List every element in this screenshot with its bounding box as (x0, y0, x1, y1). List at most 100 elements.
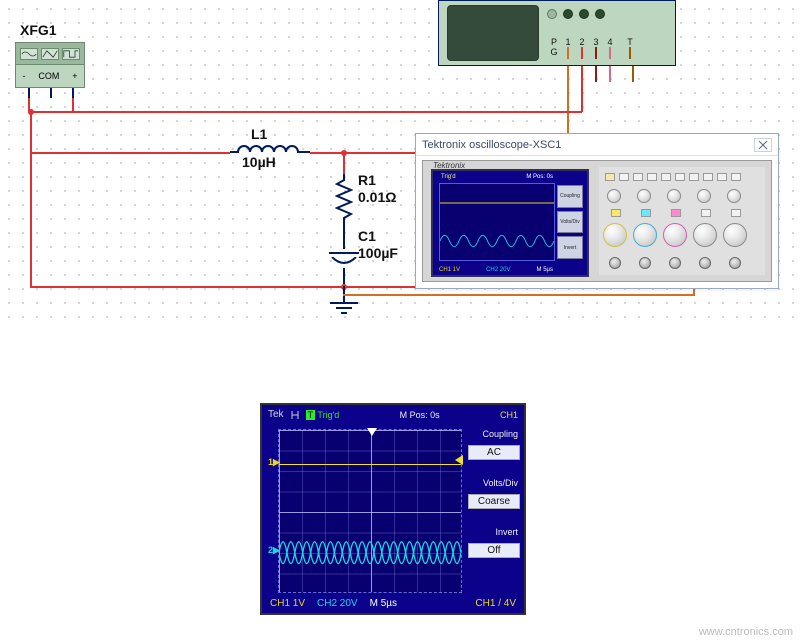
menu-button[interactable] (731, 173, 741, 181)
bnc-ch3[interactable] (669, 257, 681, 269)
xfg1-com-pin (50, 88, 52, 98)
triangle-wave-icon[interactable] (41, 48, 59, 60)
tek-label: Tek (268, 409, 284, 420)
pos-label: + (72, 71, 77, 81)
volts-knob[interactable] (663, 223, 687, 247)
snapshot-plot (278, 429, 462, 593)
knob[interactable] (607, 189, 621, 203)
r1-ref: R1 (358, 172, 376, 188)
knob[interactable] (667, 189, 681, 203)
oscilloscope-snapshot: Tek T Trig'd M Pos: 0s CH1 1▶ 2▶ Couplin… (260, 403, 526, 615)
xfg1-ref: XFG1 (20, 22, 57, 38)
oscilloscope-instrument[interactable]: P G 1 2 3 4 T (438, 0, 676, 66)
ch1-readout: CH1 1V (270, 598, 305, 609)
close-button[interactable] (754, 138, 772, 152)
c1-value: 100µF (358, 245, 398, 261)
status-text: Trig'd (441, 174, 456, 180)
wire (581, 66, 583, 112)
time-readout: M 5µs (537, 267, 553, 273)
menu-button[interactable] (689, 173, 699, 181)
oscilloscope-window[interactable]: Tektronix oscilloscope-XSC1 Tektronix Tr… (415, 133, 779, 289)
invert-label: Invert (468, 527, 520, 537)
oscilloscope-face: Tektronix Trig'd M Pos: 0s Coupling Volt… (422, 160, 772, 282)
wire (343, 229, 345, 249)
bnc-ch4[interactable] (699, 257, 711, 269)
invert-value[interactable]: Off (468, 543, 520, 558)
ch1-marker: 1▶ (268, 457, 280, 468)
menu-button[interactable] (661, 173, 671, 181)
trig-level-icon (453, 455, 463, 465)
bnc-ext[interactable] (729, 257, 741, 269)
ch2-trace (279, 430, 461, 592)
ch2-marker: 2▶ (268, 545, 280, 556)
menu-button[interactable] (703, 173, 713, 181)
ch4-label: 4 (603, 37, 617, 47)
wire (567, 66, 569, 133)
menu-button[interactable] (619, 173, 629, 181)
knob-icon (547, 9, 557, 19)
function-generator[interactable]: - COM + (15, 42, 85, 88)
wire (693, 289, 695, 296)
capacitor-c1 (329, 247, 359, 269)
scope-plot (439, 183, 555, 261)
wire (343, 294, 693, 296)
node (28, 109, 34, 115)
xfg1-pos-pin (72, 88, 74, 98)
volts-knob[interactable] (603, 223, 627, 247)
com-label: COM (38, 71, 59, 81)
knob[interactable] (727, 189, 741, 203)
coupling-value[interactable]: AC (468, 445, 520, 460)
time-knob[interactable] (693, 223, 717, 247)
ch-button[interactable] (701, 209, 711, 217)
softkey[interactable]: Invert (557, 236, 583, 259)
wire (30, 111, 32, 153)
ch3-label: 3 (589, 37, 603, 47)
menu-button[interactable] (717, 173, 727, 181)
menu-button[interactable] (675, 173, 685, 181)
volts-knob[interactable] (633, 223, 657, 247)
wire (632, 66, 634, 82)
softkey[interactable]: Volts/Div (557, 211, 583, 234)
ch-button[interactable] (641, 209, 651, 217)
menu-button[interactable] (633, 173, 643, 181)
time-readout: M 5µs (370, 598, 397, 609)
ground-symbol (330, 302, 358, 322)
close-icon (758, 140, 768, 150)
menu-heading: CH1 (500, 410, 518, 420)
mpos-text: M Pos: 0s (526, 174, 553, 180)
ch3-pin (595, 47, 597, 59)
port-row: P G 1 2 3 4 T (547, 37, 637, 59)
trigger-knob[interactable] (723, 223, 747, 247)
knob[interactable] (697, 189, 711, 203)
wire (350, 111, 582, 113)
trig-pin (629, 47, 631, 59)
voltsdiv-value[interactable]: Coarse (468, 494, 520, 509)
window-titlebar[interactable]: Tektronix oscilloscope-XSC1 (416, 134, 778, 156)
run-icon (290, 410, 300, 420)
trig-label: T (623, 37, 637, 47)
wire (30, 111, 350, 113)
xfg1-neg-pin (28, 88, 30, 98)
ch-button[interactable] (671, 209, 681, 217)
wire (310, 152, 415, 154)
menu-button[interactable] (605, 173, 615, 181)
menu-button[interactable] (647, 173, 657, 181)
inductor-l1 (230, 143, 310, 161)
node (341, 150, 347, 156)
waveform-row (16, 43, 84, 65)
square-wave-icon[interactable] (62, 48, 80, 60)
bnc-ch2[interactable] (639, 257, 651, 269)
knob-icon (595, 9, 605, 19)
bnc-ch1[interactable] (609, 257, 621, 269)
knob[interactable] (637, 189, 651, 203)
ch2-pin (581, 47, 583, 59)
scope-controls (599, 167, 765, 275)
voltsdiv-label: Volts/Div (468, 478, 520, 488)
trigger-marker-icon (367, 428, 377, 438)
mpos-text: M Pos: 0s (400, 410, 440, 420)
ch-button[interactable] (611, 209, 621, 217)
softkey[interactable]: Coupling (557, 185, 583, 208)
trig-readout: CH1 / 4V (475, 598, 516, 609)
sine-wave-icon[interactable] (20, 48, 38, 60)
ch-button[interactable] (731, 209, 741, 217)
